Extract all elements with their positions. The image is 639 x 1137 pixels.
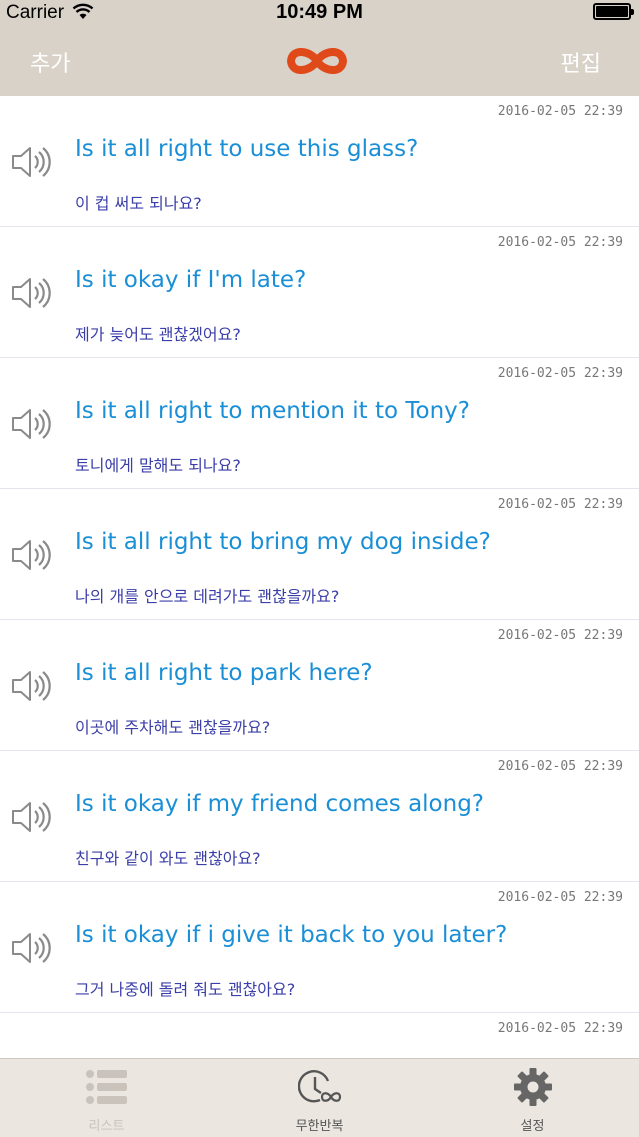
english-phrase: Is it okay if I'm late? — [75, 267, 307, 293]
item-timestamp: 2016-02-05 22:39 — [497, 104, 623, 119]
tab-settings[interactable]: 설정 — [426, 1059, 639, 1137]
english-phrase: Is it okay if i give it back to you late… — [75, 922, 508, 948]
english-phrase: Is it okay if my friend comes along? — [75, 791, 485, 817]
item-timestamp: 2016-02-05 22:39 — [497, 890, 623, 905]
infinity-icon — [284, 44, 350, 82]
tab-repeat-label: 무한반복 — [295, 1119, 344, 1134]
english-phrase: Is it all right to use this glass? — [75, 136, 419, 162]
english-phrase: Is it all right to bring my dog inside? — [75, 529, 491, 555]
speaker-icon[interactable] — [10, 537, 54, 573]
add-button[interactable]: 추가 — [30, 46, 70, 78]
korean-translation: 제가 늦어도 괜찮겠어요? — [75, 325, 241, 344]
korean-translation: 그거 나중에 돌려 줘도 괜찮아요? — [75, 980, 296, 999]
tab-settings-label: 설정 — [520, 1119, 545, 1134]
korean-translation: 이곳에 주차해도 괜찮을까요? — [75, 718, 271, 737]
item-timestamp: 2016-02-05 22:39 — [497, 759, 623, 774]
english-phrase: Is it all right to mention it to Tony? — [75, 398, 470, 424]
repeat-clock-icon — [297, 1067, 342, 1111]
speaker-icon[interactable] — [10, 799, 54, 835]
tab-list-label: 리스트 — [88, 1119, 125, 1134]
status-time: 10:49 PM — [276, 1, 363, 23]
speaker-icon[interactable] — [10, 275, 54, 311]
list-item[interactable]: 2016-02-05 22:39 Is it all right to menti… — [0, 358, 639, 489]
list-item[interactable]: 2016-02-05 22:39 Is it all right to park … — [0, 620, 639, 751]
list-item[interactable]: 2016-02-05 22:39 Is it okay if I'm late? 제… — [0, 227, 639, 358]
speaker-icon[interactable] — [10, 406, 54, 442]
korean-translation: 나의 개를 안으로 데려가도 괜찮을까요? — [75, 587, 340, 606]
speaker-icon[interactable] — [10, 668, 54, 704]
english-phrase: Is it all right to park here? — [75, 660, 373, 686]
item-timestamp: 2016-02-05 22:39 — [497, 1021, 623, 1036]
list-item[interactable]: 2016-02-05 22:39 Is it all right to bring… — [0, 489, 639, 620]
gear-icon — [513, 1067, 553, 1111]
edit-button[interactable]: 편집 — [561, 46, 601, 78]
korean-translation: 토니에게 말해도 되나요? — [75, 456, 241, 475]
tab-bar: 리스트 무한반복 설정 — [0, 1058, 639, 1137]
tab-list[interactable]: 리스트 — [0, 1059, 213, 1137]
korean-translation: 친구와 같이 와도 괜찮아요? — [75, 849, 261, 868]
item-timestamp: 2016-02-05 22:39 — [497, 628, 623, 643]
list-item[interactable]: 2016-02-05 22:39 Is it okay if my friend … — [0, 751, 639, 882]
speaker-icon[interactable] — [10, 930, 54, 966]
navigation-bar: 추가 편집 — [0, 28, 639, 96]
item-timestamp: 2016-02-05 22:39 — [497, 235, 623, 250]
list-icon — [85, 1067, 129, 1111]
korean-translation: 이 컵 써도 되나요? — [75, 194, 202, 213]
battery-icon — [593, 3, 634, 20]
list-item[interactable]: 2016-02-05 22:39 — [0, 1013, 639, 1058]
list-item[interactable]: 2016-02-05 22:39 Is it all right to use t… — [0, 96, 639, 227]
tab-repeat[interactable]: 무한반복 — [213, 1059, 426, 1137]
phrase-list: 2016-02-05 22:39 Is it all right to use t… — [0, 96, 639, 1058]
item-timestamp: 2016-02-05 22:39 — [497, 497, 623, 512]
item-timestamp: 2016-02-05 22:39 — [497, 366, 623, 381]
list-item[interactable]: 2016-02-05 22:39 Is it okay if i give it … — [0, 882, 639, 1013]
speaker-icon[interactable] — [10, 144, 54, 180]
status-bar: Carrier 10:49 PM — [0, 0, 639, 28]
